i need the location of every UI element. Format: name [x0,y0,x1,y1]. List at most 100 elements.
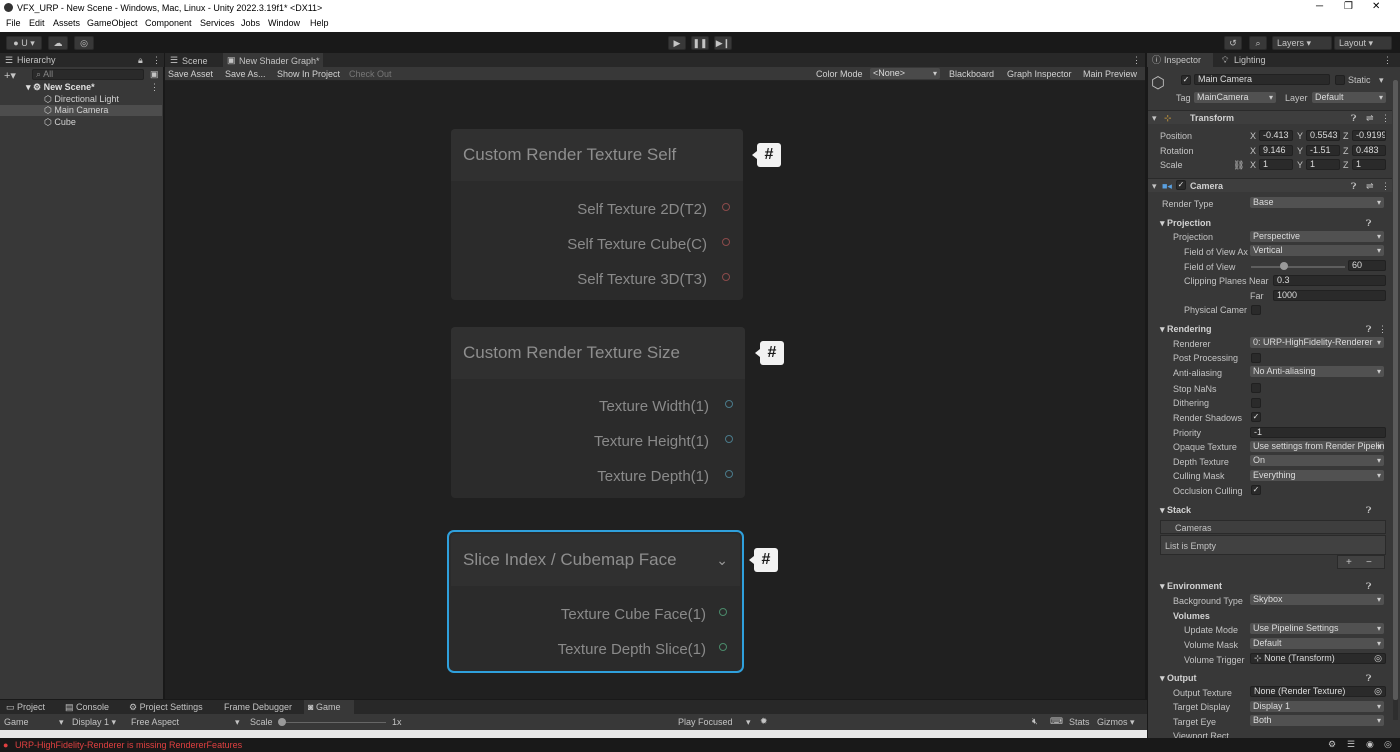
fov-slider-track[interactable] [1251,266,1345,268]
chevron-down-icon[interactable]: ⌄ [716,552,728,569]
help-icon[interactable]: ❓︎ [1366,581,1371,592]
graph-inspector-button[interactable]: Graph Inspector [1007,69,1072,79]
progress-icon[interactable]: ⚙ [1328,739,1336,750]
rotation-x-field[interactable]: 9.146 [1259,145,1293,156]
save-asset-button[interactable]: Save Asset [168,69,213,79]
scale-x-field[interactable]: 1 [1259,159,1293,170]
object-picker-icon[interactable]: ◎ [1374,654,1382,663]
layout-dropdown[interactable]: Layout ▾ [1334,36,1392,50]
anti-aliasing-dropdown[interactable]: No Anti-aliasing [1250,366,1384,377]
preset-icon[interactable]: ⇌ [1366,181,1374,192]
show-in-project-button[interactable]: Show In Project [277,69,340,79]
render-shadows-checkbox[interactable]: ✓ [1251,412,1261,422]
camera-header[interactable]: ▾ ■◂ ✓ Camera ❓︎ ⇌ ⋮ [1148,178,1392,192]
color-mode-dropdown[interactable]: <None> [870,68,940,79]
tab-frame-debugger[interactable]: Frame Debugger [224,702,292,712]
output-port[interactable] [725,470,733,478]
kebab-icon[interactable]: ⋮ [1378,324,1387,335]
scale-z-field[interactable]: 1 [1352,159,1386,170]
tab-console[interactable]: ▤ Console [65,702,109,713]
camera-enabled-checkbox[interactable]: ✓ [1176,180,1186,190]
account-button[interactable]: ● U ▾ [6,36,42,50]
tab-lighting[interactable]: Lighting [1234,53,1266,67]
kebab-icon[interactable]: ⋮ [1132,55,1141,66]
minimize-button[interactable]: ─ [1316,1,1323,12]
hierarchy-tab[interactable]: Hierarchy [17,53,56,67]
scrollbar-thumb[interactable] [1393,80,1398,700]
depth-texture-dropdown[interactable]: On [1250,455,1384,466]
status-message[interactable]: URP-HighFidelity-Renderer is missing Ren… [15,740,242,750]
renderer-dropdown[interactable]: 0: URP-HighFidelity-Renderer [1250,337,1384,348]
list-item[interactable]: ⬡ Cube [44,117,76,128]
chevron-down-icon[interactable]: ▾ [1379,75,1384,86]
position-y-field[interactable]: 0.5543 [1306,130,1340,141]
game-view[interactable] [0,730,1147,738]
volume-mask-dropdown[interactable]: Default [1250,638,1384,649]
position-z-field[interactable]: -0.9199 [1352,130,1386,141]
aspect-dropdown[interactable]: Free Aspect ▾ [131,717,240,727]
projection-section[interactable]: ▾ Projection [1160,218,1211,229]
main-preview-button[interactable]: Main Preview [1083,69,1137,79]
output-port[interactable] [722,238,730,246]
collab-icon[interactable]: ◎ [74,36,94,50]
asset-icon[interactable]: ☰ [1347,739,1355,750]
play-focused-dropdown[interactable]: Play Focused ▾ [678,717,751,727]
scale-y-field[interactable]: 1 [1306,159,1340,170]
menu-gameobject[interactable]: GameObject [87,18,138,28]
history-icon[interactable]: ↺ [1224,36,1242,50]
node-custom-render-texture-self[interactable]: Custom Render Texture Self Self Texture … [451,129,743,300]
kebab-icon[interactable]: ⋮ [1381,113,1390,124]
kebab-icon[interactable]: ⋮ [152,53,161,67]
pause-button[interactable]: ❚❚ [691,36,709,50]
debug-icon[interactable]: ◉ [1366,739,1374,750]
dithering-checkbox[interactable] [1251,398,1261,408]
scale-slider-handle[interactable] [278,718,286,726]
tab-project-settings[interactable]: ⚙ Project Settings [129,702,203,713]
cloud-icon[interactable]: ☁ [48,36,68,50]
list-item[interactable]: ⬡ Main Camera [44,105,108,116]
help-icon[interactable]: ❓︎ [1351,113,1356,124]
output-port[interactable] [719,608,727,616]
fov-field[interactable]: 60 [1348,260,1386,271]
near-field[interactable]: 0.3 [1273,275,1386,286]
output-port[interactable] [725,435,733,443]
menu-services[interactable]: Services [200,18,235,28]
menu-window[interactable]: Window [268,18,300,28]
object-picker-icon[interactable]: ◎ [1374,687,1382,696]
priority-field[interactable]: -1 [1250,427,1386,438]
node-custom-render-texture-size[interactable]: Custom Render Texture Size Texture Width… [451,327,745,498]
target-eye-dropdown[interactable]: Both [1250,715,1384,726]
help-icon[interactable]: ❓︎ [1366,218,1371,229]
help-icon[interactable]: ❓︎ [1366,505,1371,516]
opaque-texture-dropdown[interactable]: Use settings from Render Pipeline [1250,441,1384,452]
fov-slider-handle[interactable] [1280,262,1288,270]
list-item[interactable]: ⬡ Directional Light [44,94,119,105]
post-processing-checkbox[interactable] [1251,353,1261,363]
rendering-section[interactable]: ▾ Rendering [1160,324,1212,335]
active-checkbox[interactable]: ✓ [1181,75,1191,85]
tag-dropdown[interactable]: MainCamera [1194,92,1276,103]
rotation-y-field[interactable]: -1.51 [1306,145,1340,156]
output-port[interactable] [719,643,727,651]
output-section[interactable]: ▾ Output [1160,673,1197,684]
tab-shader-graph[interactable]: ▣ New Shader Graph* [223,53,323,67]
scene-item[interactable]: ▾ ⚙ New Scene* [26,82,95,93]
tab-game[interactable]: ◙ Game [304,700,354,714]
inspector-scrollbar[interactable] [1393,80,1398,720]
projection-dropdown[interactable]: Perspective [1250,231,1384,242]
layer-dropdown[interactable]: Default [1312,92,1386,103]
target-display-dropdown[interactable]: Display 1 [1250,701,1384,712]
preset-icon[interactable]: ⇌ [1366,113,1374,124]
step-button[interactable]: ▶❙ [714,36,732,50]
menu-assets[interactable]: Assets [53,18,80,28]
scene-kebab-icon[interactable]: ⋮ [150,82,159,93]
search-icon[interactable]: ⌕ [1249,36,1267,50]
output-texture-field[interactable]: None (Render Texture) ◎ [1250,686,1386,697]
render-type-dropdown[interactable]: Base [1250,197,1384,208]
culling-mask-dropdown[interactable]: Everything [1250,470,1384,481]
scale-slider-track[interactable] [280,722,386,723]
menu-help[interactable]: Help [310,18,329,28]
help-icon[interactable]: ❓︎ [1351,181,1356,192]
menu-file[interactable]: File [6,18,21,28]
remove-button[interactable]: − [1366,557,1372,568]
